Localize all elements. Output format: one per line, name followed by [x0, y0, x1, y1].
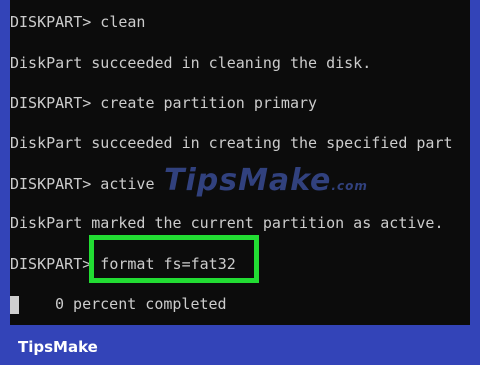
terminal-line: DISKPART> clean [10, 13, 146, 31]
watermark-suffix: .com [331, 179, 368, 193]
terminal-line: DiskPart marked the current partition as… [10, 214, 444, 232]
terminal-line: DiskPart succeeded in creating the speci… [10, 134, 453, 152]
command-highlight-box [89, 235, 259, 283]
text-cursor[interactable] [10, 296, 19, 314]
terminal-line: DISKPART> create partition primary [10, 94, 318, 112]
brand-logo: TipsMake [18, 338, 98, 356]
progress-status: 0 percent completed [55, 295, 227, 313]
terminal-window: DISKPART> clean DiskPart succeeded in cl… [10, 0, 470, 325]
terminal-line: DiskPart succeeded in cleaning the disk. [10, 54, 372, 72]
terminal-line: DISKPART> active [10, 175, 155, 193]
watermark-logo: TipsMake.com [164, 163, 368, 198]
watermark-text: TipsMake [164, 163, 332, 198]
